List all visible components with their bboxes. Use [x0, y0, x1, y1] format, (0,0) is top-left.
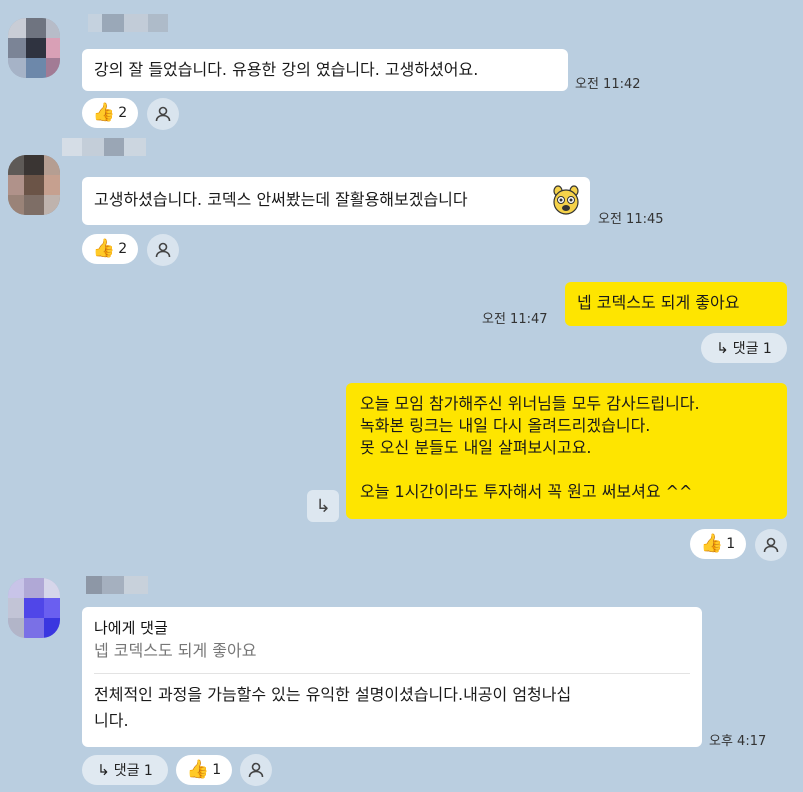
- message-line: 못 오신 분들도 내일 살펴보시고요.: [360, 438, 592, 457]
- reaction-like[interactable]: 👍 1: [690, 529, 746, 559]
- reply-count-label: 댓글 1: [113, 763, 153, 779]
- reply-count-button[interactable]: ↳ 댓글 1: [701, 333, 787, 363]
- person-icon: [248, 762, 264, 778]
- reaction-like[interactable]: 👍 1: [176, 755, 232, 785]
- message-line: 녹화본 링크는 내일 다시 올려드리겠습니다.: [360, 416, 651, 435]
- reply-count-button[interactable]: ↳ 댓글 1: [82, 755, 168, 785]
- add-reaction-button[interactable]: [147, 234, 179, 266]
- sender-name: [62, 138, 146, 156]
- thumbs-up-icon: 👍: [92, 102, 116, 123]
- sender-name: [86, 576, 148, 594]
- message-line: 전체적인 과정을 가늠할수 있는 유익한 설명이셨습니다.내공이 엄청나십: [94, 685, 572, 704]
- person-icon: [155, 106, 171, 122]
- add-reaction-button[interactable]: [147, 98, 179, 130]
- message-line: 오늘 모임 참가해주신 위너님들 모두 감사드립니다.: [360, 394, 700, 413]
- message-line: 오늘 1시간이라도 투자해서 꼭 원고 써보셔요 ^^: [360, 482, 693, 501]
- person-icon: [155, 242, 171, 258]
- add-reaction-button[interactable]: [240, 754, 272, 786]
- thumbs-up-icon: 👍: [700, 533, 724, 554]
- avatar[interactable]: [8, 578, 60, 638]
- like-count: 1: [212, 762, 222, 778]
- like-count: 1: [726, 536, 736, 552]
- message-bubble[interactable]: 넵 코덱스도 되게 좋아요: [565, 282, 787, 326]
- message-bubble[interactable]: 강의 잘 들었습니다. 유용한 강의 였습니다. 고생하셨어요.: [82, 49, 568, 91]
- like-count: 2: [118, 241, 128, 257]
- message-time: 오후 4:17: [709, 734, 767, 749]
- person-icon: [763, 537, 779, 553]
- message-time: 오전 11:47: [482, 312, 548, 327]
- like-count: 2: [118, 105, 128, 121]
- reply-button[interactable]: ↳: [307, 490, 339, 522]
- quote-divider: [94, 673, 690, 674]
- reaction-like[interactable]: 👍 2: [82, 234, 138, 264]
- message-time: 오전 11:42: [575, 77, 641, 92]
- reply-message-bubble[interactable]: 나에게 댓글 넵 코덱스도 되게 좋아요 전체적인 과정을 가늠할수 있는 유익…: [82, 607, 702, 747]
- reaction-like[interactable]: 👍 2: [82, 98, 138, 128]
- thumbs-up-icon: 👍: [92, 238, 116, 259]
- sender-name: [88, 14, 168, 32]
- reply-arrow-icon: ↳: [97, 761, 110, 779]
- message-text: 고생하셨습니다. 코덱스 안써봤는데 잘활용해보겠습니다: [94, 190, 468, 209]
- add-reaction-button[interactable]: [755, 529, 787, 561]
- reply-arrow-icon: ↳: [716, 339, 729, 357]
- thumbs-up-icon: 👍: [186, 759, 210, 780]
- quote-title: 나에게 댓글: [94, 619, 168, 637]
- message-time: 오전 11:45: [598, 212, 664, 227]
- message-text: 넵 코덱스도 되게 좋아요: [577, 293, 740, 312]
- reply-count-label: 댓글 1: [732, 341, 772, 357]
- message-bubble[interactable]: 오늘 모임 참가해주신 위너님들 모두 감사드립니다. 녹화본 링크는 내일 다…: [346, 383, 787, 519]
- quote-text[interactable]: 넵 코덱스도 되게 좋아요: [94, 639, 690, 663]
- reply-arrow-icon: ↳: [315, 495, 331, 517]
- emoticon-icon: [551, 185, 581, 215]
- message-line: [360, 459, 773, 481]
- message-bubble[interactable]: 고생하셨습니다. 코덱스 안써봤는데 잘활용해보겠습니다: [82, 177, 590, 225]
- message-line: 니다.: [94, 711, 129, 730]
- avatar[interactable]: [8, 155, 60, 215]
- message-text: 강의 잘 들었습니다. 유용한 강의 였습니다. 고생하셨어요.: [94, 60, 479, 79]
- avatar[interactable]: [8, 18, 60, 78]
